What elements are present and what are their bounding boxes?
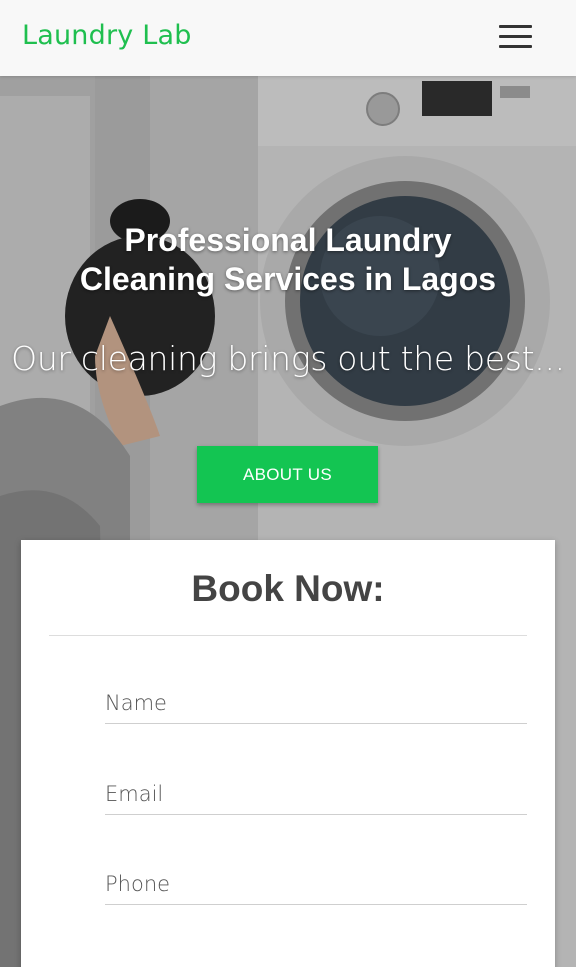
hamburger-menu-icon[interactable]	[495, 22, 535, 52]
email-field	[105, 775, 527, 815]
name-input[interactable]	[105, 684, 527, 722]
booking-form-card: Book Now:	[21, 540, 555, 967]
divider	[49, 635, 527, 636]
hero-title-line2: Cleaning Services in Lagos	[79, 261, 497, 297]
hero-subtitle: Our cleaning brings out the best...	[11, 339, 565, 378]
hero-title-line1: Professional Laundry	[124, 222, 452, 258]
email-input[interactable]	[105, 775, 527, 813]
phone-input[interactable]	[105, 865, 527, 903]
about-us-button[interactable]: ABOUT US	[197, 446, 378, 503]
name-field	[105, 684, 527, 724]
hero-title: Professional Laundry Cleaning Services i…	[0, 221, 576, 299]
brand-logo[interactable]: Laundry Lab	[22, 20, 192, 51]
booking-title: Book Now:	[191, 568, 385, 609]
navbar: Laundry Lab	[0, 0, 576, 76]
phone-field	[105, 865, 527, 905]
